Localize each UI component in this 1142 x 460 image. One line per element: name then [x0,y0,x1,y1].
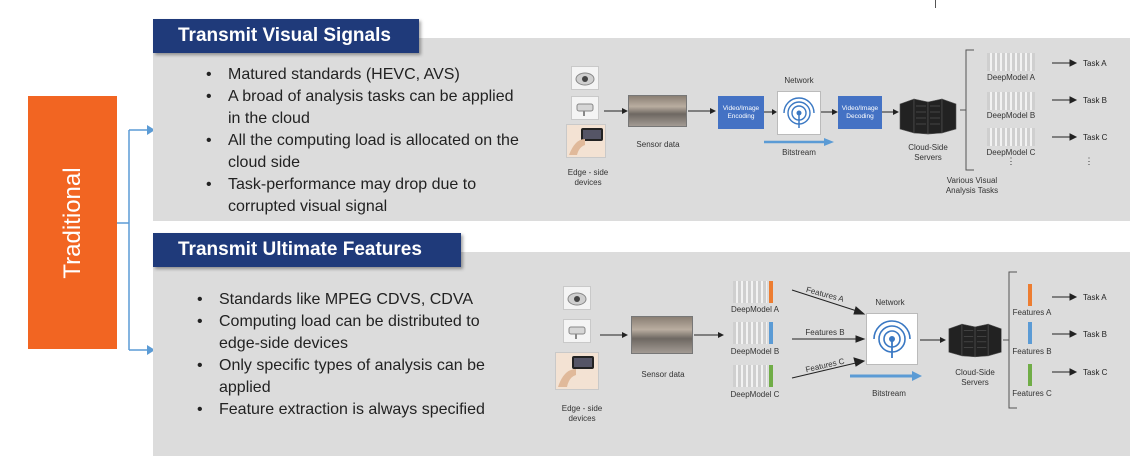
servers-label: Cloud-Side Servers [955,368,995,387]
features-b-arrow-label: Features B [805,328,845,337]
phone-hand-icon [555,352,599,390]
bullet-item: Matured standards (HEVC, AVS) [203,64,523,86]
feature-b-bar [769,322,773,344]
feature-c-bar [769,365,773,387]
devices-to-sensor-arrow [600,332,628,338]
camera-bullet-icon [571,96,599,120]
camera-dome-icon [563,286,591,310]
deepmodel-stack [733,281,767,303]
sensor-data-label: Sensor data [641,370,685,379]
deepmodel-stack [733,365,767,387]
network-icon [777,91,821,135]
various-tasks-label: Various Visual Analysis Tasks [945,176,999,195]
task-label: Task B [1083,96,1108,105]
bullet-item: Task-performance may drop due to corrupt… [203,174,523,218]
sensor-to-encoding-arrow [688,108,716,114]
deepmodel-label: DeepModel B [730,347,780,356]
bitstream-arrow [850,371,922,381]
servers-icon [948,323,1002,358]
sensor-data-image [628,95,687,127]
bitstream-arrow [764,138,834,146]
decoding-box: Video/Image Decoding [838,96,882,129]
ultimate-features-title: Transmit Ultimate Features [153,233,461,267]
network-to-decoding-arrow [821,109,838,115]
network-label: Network [875,298,905,307]
ellipsis: ⋮ [1006,156,1016,166]
sensor-data-image [631,316,693,354]
network-to-servers-arrow [920,337,946,343]
bullet-item: A broad of analysis tasks can be applied… [203,86,523,130]
bullet-item: Computing load can be distributed to edg… [194,311,524,355]
task-arrows [1052,293,1078,376]
encoding-box: Video/Image Encoding [718,96,764,129]
task-label: Task A [1083,293,1107,302]
visual-signals-bullets: Matured standards (HEVC, AVS) A broad of… [203,64,523,218]
bullet-item: All the computing load is allocated on t… [203,130,523,174]
feature-c-bar [1028,364,1032,386]
feature-b-bar [1028,322,1032,344]
task-label: Task C [1083,368,1108,377]
features-label: Features A [1012,308,1052,317]
bullet-item: Only specific types of analysis can be a… [194,355,524,399]
traditional-label-box: Traditional [28,96,117,349]
devices-to-sensor-arrow [604,108,628,114]
corner-mark [935,0,936,8]
deepmodel-stack [733,322,767,344]
edge-devices-label: Edge - side devices [561,404,603,423]
features-label: Features C [1012,389,1052,398]
encoding-to-network-arrow [764,109,777,115]
sensor-data-label: Sensor data [636,140,680,149]
network-icon [866,313,918,365]
edge-devices-label: Edge - side devices [567,168,609,187]
models-bracket [960,49,974,171]
deepmodel-label: DeepModel A [730,305,780,314]
servers-icon [899,98,957,135]
sensor-to-models-arrow [694,332,724,338]
camera-bullet-icon [563,319,591,343]
deepmodel-stack [987,92,1035,110]
features-label: Features B [1012,347,1052,356]
task-label: Task A [1083,59,1107,68]
bitstream-label: Bitstream [872,389,906,398]
deepmodel-stack [987,53,1035,71]
deepmodel-label: DeepModel C [730,390,780,399]
servers-label: Cloud-Side Servers [908,143,948,162]
deepmodel-label: DeepModel B [986,111,1036,120]
task-arrows [1052,59,1078,141]
feature-a-bar [1028,284,1032,306]
deepmodel-label: DeepModel A [986,73,1036,82]
ellipsis: ⋮ [1084,156,1094,166]
bracket-connector [117,125,155,355]
feature-a-bar [769,281,773,303]
camera-dome-icon [571,66,599,90]
phone-hand-icon [566,124,606,158]
task-label: Task B [1083,330,1108,339]
bullet-item: Standards like MPEG CDVS, CDVA [194,289,524,311]
deepmodel-stack [987,128,1035,146]
network-label: Network [784,76,814,85]
bullet-item: Feature extraction is always specified [194,399,524,421]
bitstream-label: Bitstream [782,148,816,157]
traditional-label: Traditional [58,166,86,279]
ultimate-features-bullets: Standards like MPEG CDVS, CDVA Computing… [194,289,524,421]
visual-signals-title: Transmit Visual Signals [153,19,419,53]
task-label: Task C [1083,133,1108,142]
